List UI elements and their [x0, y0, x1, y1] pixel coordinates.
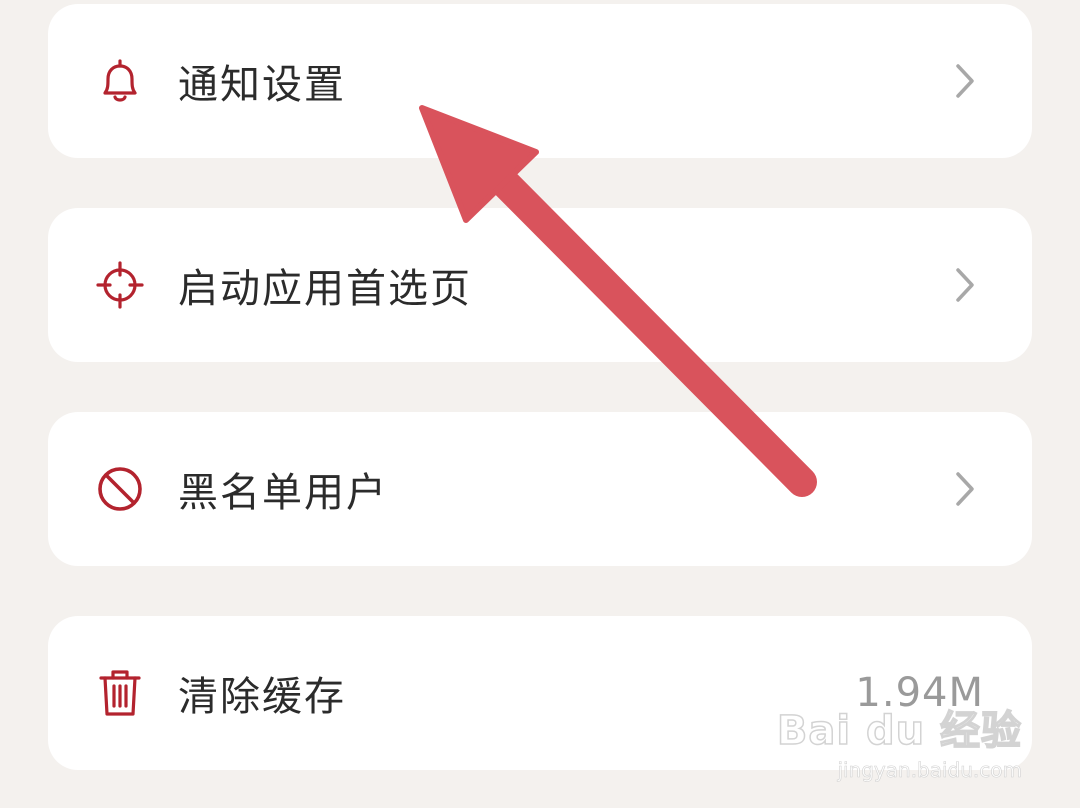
chevron-right-icon: [950, 61, 980, 101]
crosshair-icon: [96, 261, 144, 309]
settings-item-label: 清除缓存: [178, 674, 346, 720]
cache-size-value: 1.94M: [855, 670, 984, 716]
settings-item-blacklist[interactable]: 黑名单用户: [48, 412, 1032, 566]
settings-screen: 通知设置 启动应用首选页 黑名单用户 清除缓存 1.94M Bai du 经验 …: [0, 0, 1080, 808]
settings-item-label: 启动应用首选页: [178, 266, 472, 312]
settings-item-clear-cache[interactable]: 清除缓存 1.94M: [48, 616, 1032, 770]
block-icon: [96, 465, 144, 513]
bell-icon: [96, 57, 144, 105]
chevron-right-icon: [950, 469, 980, 509]
trash-icon: [96, 669, 144, 717]
chevron-right-icon: [950, 265, 980, 305]
settings-item-label: 通知设置: [178, 62, 346, 108]
settings-item-notifications[interactable]: 通知设置: [48, 4, 1032, 158]
settings-item-launch-page[interactable]: 启动应用首选页: [48, 208, 1032, 362]
settings-item-label: 黑名单用户: [178, 470, 388, 516]
